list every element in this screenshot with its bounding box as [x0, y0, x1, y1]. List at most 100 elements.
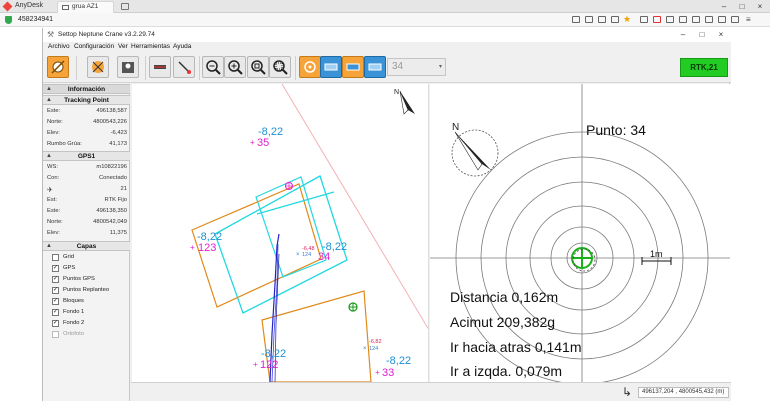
layer-checkbox[interactable]: ✓: [52, 298, 59, 305]
measure-button[interactable]: [173, 56, 195, 78]
undo-icon[interactable]: ↳: [622, 386, 634, 399]
section-capas[interactable]: ▲ Capas: [43, 241, 130, 251]
gps-row: Est: RTK Fijo: [43, 196, 130, 206]
app-maximize-button[interactable]: □: [695, 30, 709, 39]
row-key: Norte:: [47, 219, 63, 225]
anydesk-app-name: AnyDesk: [15, 2, 44, 9]
menu-archivo[interactable]: Archivo: [48, 43, 70, 50]
stakeout-icon: [92, 61, 104, 73]
zoom-window-button[interactable]: [269, 56, 291, 78]
measure-icon: [178, 61, 191, 74]
row-key: Est:: [47, 197, 57, 203]
layer-icon: [368, 63, 382, 71]
section-tracking-point[interactable]: ▲ Tracking Point: [43, 95, 130, 105]
minimize-button[interactable]: –: [717, 2, 731, 11]
layer-label: Fondo 2: [63, 320, 85, 326]
actions-icon[interactable]: [718, 16, 726, 23]
layer-toggle-puntos-gps[interactable]: ✓ Puntos GPS: [43, 275, 130, 285]
keyboard-icon[interactable]: [692, 16, 700, 23]
monitor-icon[interactable]: [666, 16, 674, 23]
app-close-button[interactable]: ×: [714, 30, 728, 39]
file-icon[interactable]: [640, 16, 648, 23]
toolbar-separator: [145, 56, 146, 80]
layer-toggle-fondo-2[interactable]: ✓ Fondo 2: [43, 319, 130, 329]
section-informacion[interactable]: ▲ Información: [43, 84, 130, 94]
map-pin-icon: [122, 62, 134, 73]
center-gps-button[interactable]: [299, 56, 321, 78]
layer-view-button-2[interactable]: [342, 56, 364, 78]
layer-checkbox[interactable]: ✓: [52, 309, 59, 316]
display-icon[interactable]: [585, 16, 593, 23]
zoom-in-button[interactable]: [224, 56, 246, 78]
remote-address: 458234941: [18, 16, 54, 23]
switch-icon[interactable]: [705, 16, 713, 23]
section-gps1[interactable]: ▲ GPS1: [43, 151, 130, 161]
star-icon[interactable]: ★: [623, 14, 631, 25]
input-icon[interactable]: [598, 16, 606, 23]
layer-toggle-gps[interactable]: ✓ GPS: [43, 264, 130, 274]
map-canvas[interactable]: N -8,22 + 35 -8,22 + 123 -6,48 × 124 -8,…: [132, 84, 429, 382]
remote-background: [731, 28, 770, 401]
layer-label: Puntos Replanteo: [63, 287, 110, 293]
row-key: Con:: [47, 175, 60, 181]
layer-checkbox[interactable]: [52, 254, 59, 261]
point-33-elevation: -8,22: [386, 355, 411, 367]
zoom-in-icon: [228, 60, 243, 75]
location-button[interactable]: [117, 56, 139, 78]
zoom-out-button[interactable]: [202, 56, 224, 78]
north-arrow-icon: N: [394, 89, 415, 115]
point-34-live-marker: ×: [296, 252, 300, 258]
layer-toggle-grid[interactable]: Grid: [43, 253, 130, 263]
point-33-live-label: 124: [369, 346, 378, 352]
session-tab[interactable]: grua AZ1: [57, 1, 114, 13]
scale-label: 1m: [650, 249, 663, 259]
gps-row: Elev: 11,375: [43, 229, 130, 239]
maximize-button[interactable]: □: [735, 2, 749, 11]
layer-view-button-3[interactable]: [364, 56, 386, 78]
point-number-select[interactable]: 34 ▾: [387, 58, 446, 76]
point-33-label: 33: [382, 367, 394, 379]
layer-label: Bloques: [63, 298, 84, 304]
window-icon[interactable]: [679, 16, 687, 23]
menu-ver[interactable]: Ver: [118, 43, 128, 50]
map-drawing: N -8,22 + 35 -8,22 + 123 -6,48 × 124 -8,…: [190, 84, 428, 382]
screenshot-icon[interactable]: [731, 16, 739, 23]
layer-toggle-bloques[interactable]: ✓ Bloques: [43, 297, 130, 307]
point-33-plus: +: [375, 368, 380, 377]
menu-herramientas[interactable]: Herramientas: [131, 43, 170, 50]
stakeout-button[interactable]: [87, 56, 109, 78]
layer-checkbox[interactable]: ✓: [52, 320, 59, 327]
cursor-coordinates: 496137,204 , 4800545,432 (m): [638, 387, 729, 398]
point-34-label: 34: [318, 251, 330, 263]
toolbar-separator: [199, 56, 200, 80]
layer-icon: [346, 63, 360, 71]
row-key: Elev:: [47, 230, 60, 236]
menu-bar: Archivo Configuración Ver Herramientas A…: [43, 42, 731, 53]
menu-ayuda[interactable]: Ayuda: [173, 43, 191, 50]
gps-row: ✈ 21: [43, 185, 130, 195]
close-button[interactable]: ×: [753, 2, 767, 11]
chat-icon[interactable]: [611, 16, 619, 23]
settings-icon[interactable]: [572, 16, 580, 23]
layer-checkbox[interactable]: ✓: [52, 265, 59, 272]
connect-gps-button[interactable]: [47, 56, 69, 78]
rtk-status-badge: RTK,21: [680, 58, 728, 77]
zoom-extents-button[interactable]: [247, 56, 269, 78]
stakeout-target-view[interactable]: 1m N Punto: 34 Distancia 0,162m Acimut 2…: [430, 84, 730, 382]
layer-checkbox: [52, 331, 59, 338]
tracking-row: Rumbo Grúa: 41,173: [43, 140, 130, 150]
point-33-live-elevation: -6,82: [369, 339, 382, 345]
layer-toggle-fondo-1[interactable]: ✓ Fondo 1: [43, 308, 130, 318]
new-tab-icon[interactable]: [121, 3, 129, 10]
record-icon[interactable]: [653, 16, 661, 23]
menu-icon[interactable]: ≡: [746, 15, 751, 24]
menu-configuracion[interactable]: Configuración: [74, 43, 114, 50]
app-minimize-button[interactable]: –: [676, 30, 690, 39]
crane-view-button[interactable]: [149, 56, 171, 78]
move-left-readout: Ir a izqda. 0,079m: [450, 363, 562, 379]
layer-view-button-1[interactable]: [320, 56, 342, 78]
layer-checkbox[interactable]: ✓: [52, 287, 59, 294]
layer-checkbox[interactable]: ✓: [52, 276, 59, 283]
point-123-label: 123: [198, 242, 216, 254]
layer-toggle-puntos-replanteo[interactable]: ✓ Puntos Replanteo: [43, 286, 130, 296]
